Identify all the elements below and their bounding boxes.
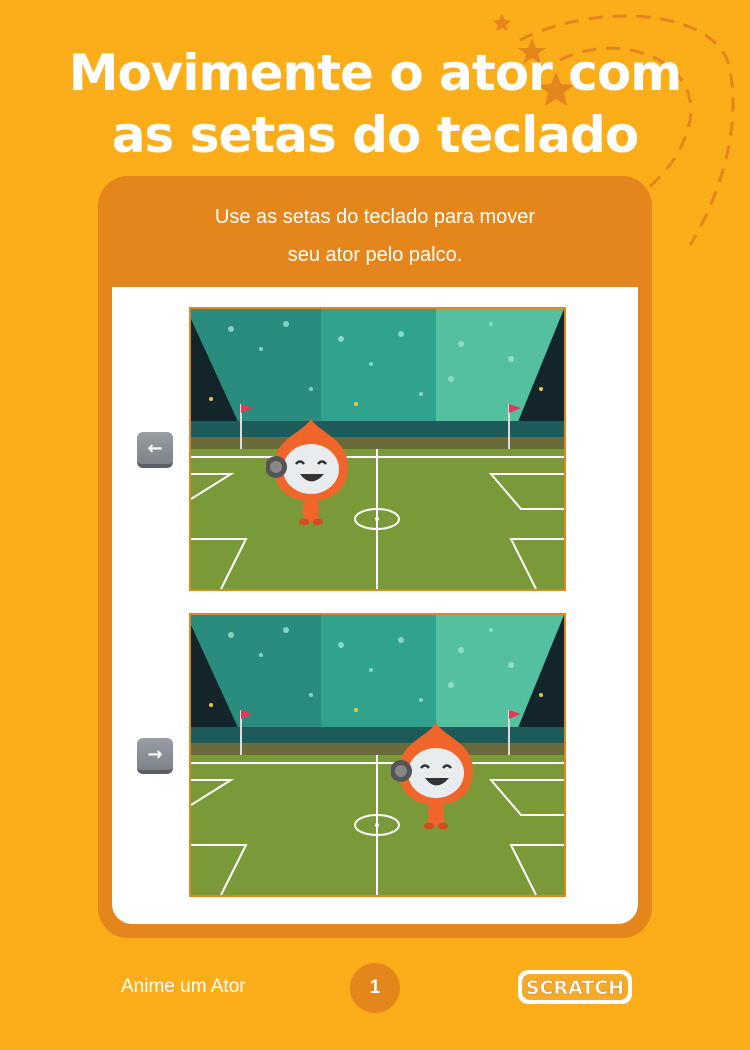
instruction-text: Use as setas do teclado para mover seu a… (98, 198, 652, 274)
right-arrow-key-icon: → (137, 738, 173, 774)
sprite-character (266, 419, 348, 525)
stage-preview-left (189, 307, 566, 591)
svg-text:SCRATCH: SCRATCH (526, 977, 624, 999)
soccer-stadium-backdrop (191, 615, 564, 895)
sprite-character (391, 723, 473, 829)
left-arrow-key-icon: ← (137, 432, 173, 468)
page-title: Movimente o ator com as setas do teclado (0, 42, 750, 166)
title-line-1: Movimente o ator com (68, 44, 683, 102)
footer-title: Anime um Ator (121, 976, 246, 997)
scratch-logo: SCRATCH (518, 970, 632, 1004)
instruction-line-1: Use as setas do teclado para mover (214, 206, 536, 228)
soccer-stadium-backdrop (191, 309, 564, 589)
instruction-line-2: seu ator pelo palco. (287, 244, 463, 266)
page-number: 1 (350, 963, 400, 1013)
title-line-2: as setas do teclado (111, 106, 639, 164)
stage-preview-right (189, 613, 566, 897)
